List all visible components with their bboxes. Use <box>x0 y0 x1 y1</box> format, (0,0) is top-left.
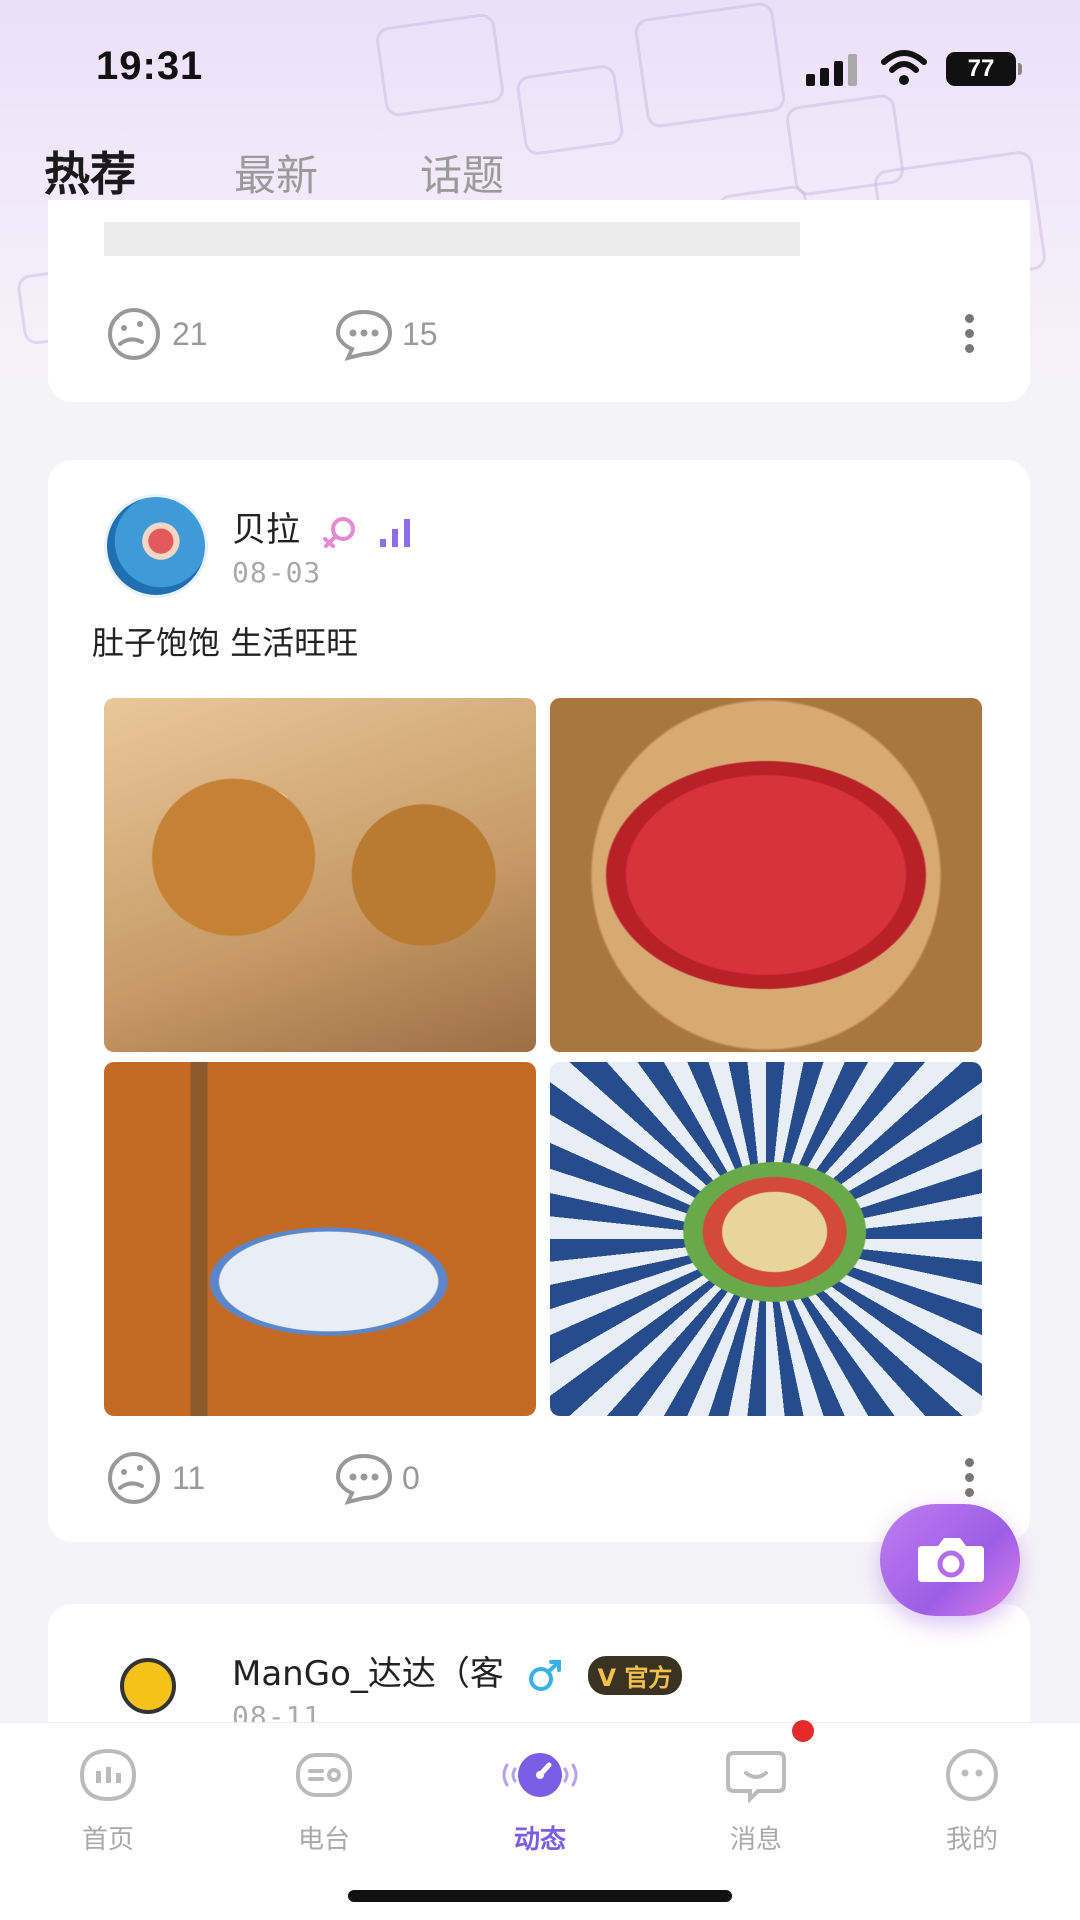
tab-latest[interactable]: 最新 <box>234 142 318 203</box>
post-card: 21 15 <box>48 200 1030 402</box>
avatar[interactable] <box>120 1658 176 1714</box>
nav-home[interactable]: 首页 <box>48 1747 168 1856</box>
more-options-icon[interactable] <box>954 1452 984 1504</box>
post-photo[interactable] <box>104 1062 536 1416</box>
status-bar: 19:31 77 <box>0 0 1080 130</box>
like-icon <box>108 1452 160 1504</box>
post-photo[interactable] <box>104 698 536 1052</box>
nav-moments[interactable]: 动态 <box>480 1747 600 1856</box>
verified-v-icon: V <box>597 1664 617 1692</box>
camera-icon <box>918 1538 984 1582</box>
post-text: 肚子饱饱 生活旺旺 <box>92 624 359 662</box>
comment-button[interactable]: 15 <box>334 304 438 364</box>
unread-message-dot <box>792 1720 814 1742</box>
wifi-icon <box>881 50 927 85</box>
official-badge-label: 官方 <box>624 1664 673 1692</box>
comment-icon <box>335 1453 393 1505</box>
post-actions: 21 15 <box>104 304 984 364</box>
nav-profile-label: 我的 <box>945 1825 998 1855</box>
post-card: 贝拉 08-03 肚子饱饱 生活旺旺 11 0 <box>48 460 1030 1542</box>
official-badge: V 官方 <box>587 1656 683 1695</box>
comment-count: 0 <box>402 1459 420 1496</box>
post-photo[interactable] <box>550 698 982 1052</box>
post-actions: 11 0 <box>104 1448 984 1508</box>
status-time: 19:31 <box>96 44 204 88</box>
home-indicator[interactable] <box>348 1890 732 1902</box>
nav-messages-label: 消息 <box>729 1825 782 1855</box>
nav-radio-label: 电台 <box>297 1825 350 1855</box>
tab-recommended[interactable]: 热荐 <box>44 138 136 204</box>
username-text: ManGo_达达（客 <box>232 1654 504 1694</box>
post-username[interactable]: ManGo_达达（客 V 官方 <box>232 1646 683 1695</box>
nav-profile[interactable]: 我的 <box>912 1747 1032 1856</box>
battery-icon: 77 <box>946 52 1022 86</box>
nav-radio[interactable]: 电台 <box>264 1747 384 1856</box>
like-count: 11 <box>172 1459 206 1496</box>
comment-count: 15 <box>402 315 438 352</box>
nav-home-label: 首页 <box>81 1825 134 1855</box>
female-gender-icon <box>322 516 355 548</box>
moments-icon <box>502 1753 578 1797</box>
tab-topics[interactable]: 话题 <box>420 142 504 203</box>
male-gender-icon <box>528 1659 561 1691</box>
message-icon <box>726 1751 786 1804</box>
camera-post-button[interactable] <box>880 1504 1020 1616</box>
signal-icon <box>806 54 862 86</box>
post-photo[interactable] <box>550 1062 982 1416</box>
home-icon <box>79 1748 137 1802</box>
more-options-icon[interactable] <box>954 308 984 360</box>
comment-button[interactable]: 0 <box>334 1448 420 1508</box>
post-username[interactable]: 贝拉 <box>232 502 416 551</box>
level-bars-icon <box>379 518 410 547</box>
post-date: 08-03 <box>232 556 322 589</box>
radio-icon <box>296 1753 352 1797</box>
avatar[interactable] <box>104 494 208 598</box>
comment-icon <box>335 309 393 361</box>
nav-messages[interactable]: 消息 <box>696 1747 816 1856</box>
like-icon <box>108 308 160 360</box>
nav-moments-label: 动态 <box>513 1825 566 1855</box>
profile-icon <box>946 1749 998 1801</box>
like-count: 21 <box>172 315 208 352</box>
post-image-placeholder <box>104 222 800 256</box>
like-button[interactable]: 11 <box>104 1448 205 1508</box>
username-text: 贝拉 <box>232 510 300 550</box>
like-button[interactable]: 21 <box>104 304 208 364</box>
